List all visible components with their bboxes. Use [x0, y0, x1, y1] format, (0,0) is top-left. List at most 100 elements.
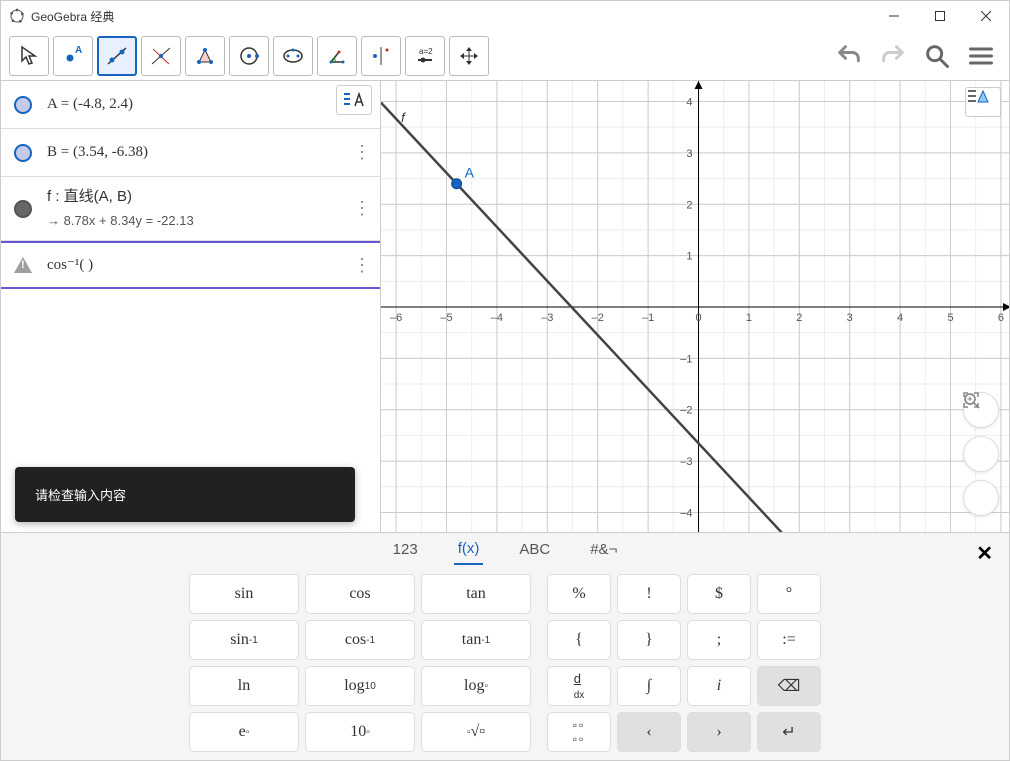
key-rbrace[interactable]: }: [617, 620, 681, 660]
key-sin[interactable]: sin: [189, 574, 299, 614]
algebra-label: A = (-4.8, 2.4): [47, 94, 374, 115]
close-button[interactable]: [963, 1, 1009, 31]
kb-tab-123[interactable]: 123: [389, 535, 422, 564]
svg-text:0: 0: [695, 312, 701, 324]
key-atan[interactable]: tan-1: [421, 620, 531, 660]
tool-line[interactable]: [97, 36, 137, 76]
key-tan[interactable]: tan: [421, 574, 531, 614]
keyboard-close-button[interactable]: ✕: [976, 541, 993, 566]
error-toast: 请检查输入内容: [15, 467, 355, 522]
svg-text:5: 5: [947, 312, 953, 324]
svg-text:A: A: [75, 45, 82, 56]
svg-text:f: f: [401, 110, 406, 125]
key-assign[interactable]: :=: [757, 620, 821, 660]
algebra-row-b[interactable]: B = (3.54, -6.38) ⋮: [1, 129, 380, 177]
key-matrix[interactable]: ▫▫▫▫: [547, 712, 611, 752]
svg-text:1: 1: [686, 251, 692, 263]
keyboard-tabs: 123 f(x) ABC #&¬ ✕: [1, 533, 1009, 566]
key-enter[interactable]: ↵: [757, 712, 821, 752]
keyboard-right-group: % ! $ ° { } ; := ddx ∫ i ⌫ ▫▫▫▫ ‹ › ↵: [547, 574, 821, 752]
svg-text:–1: –1: [642, 312, 654, 324]
key-left[interactable]: ‹: [617, 712, 681, 752]
tool-conic[interactable]: [273, 36, 313, 76]
graph-canvas[interactable]: –6–5–4–3–2–10123456–4–3–2–11234fA: [381, 81, 1009, 532]
key-degree[interactable]: °: [757, 574, 821, 614]
main-area: A = (-4.8, 2.4) B = (3.54, -6.38) ⋮ f : …: [1, 81, 1009, 532]
tool-move[interactable]: [9, 36, 49, 76]
zoom-controls: [963, 392, 999, 516]
menu-button[interactable]: [961, 36, 1001, 76]
tool-circle[interactable]: [229, 36, 269, 76]
tool-perpendicular[interactable]: [141, 36, 181, 76]
key-semicolon[interactable]: ;: [687, 620, 751, 660]
key-percent[interactable]: %: [547, 574, 611, 614]
search-button[interactable]: [917, 36, 957, 76]
visibility-toggle-b[interactable]: [7, 137, 39, 169]
svg-text:–1: –1: [680, 353, 692, 365]
keyboard-left-group: sin cos tan sin-1 cos-1 tan-1 ln log10 l…: [189, 574, 531, 752]
graph-view[interactable]: –6–5–4–3–2–10123456–4–3–2–11234fA: [381, 81, 1009, 532]
kb-tab-abc[interactable]: ABC: [515, 535, 554, 564]
kb-tab-sym[interactable]: #&¬: [586, 535, 621, 564]
algebra-row-f[interactable]: f : 直线(A, B) → 8.78x + 8.34y = -22.13 ⋮: [1, 177, 380, 241]
svg-text:–5: –5: [440, 312, 452, 324]
tool-polygon[interactable]: [185, 36, 225, 76]
minimize-button[interactable]: [871, 1, 917, 31]
tool-slider[interactable]: a=2: [405, 36, 445, 76]
tool-angle[interactable]: [317, 36, 357, 76]
undo-button[interactable]: [829, 36, 869, 76]
key-acos[interactable]: cos-1: [305, 620, 415, 660]
svg-text:–6: –6: [390, 312, 402, 324]
key-logb[interactable]: log▫: [421, 666, 531, 706]
key-right[interactable]: ›: [687, 712, 751, 752]
visibility-toggle-a[interactable]: [7, 89, 39, 121]
svg-text:a=2: a=2: [419, 47, 433, 56]
key-ln[interactable]: ln: [189, 666, 299, 706]
svg-text:3: 3: [847, 312, 853, 324]
algebra-input-field[interactable]: cos⁻¹( ): [47, 255, 350, 276]
algebra-row-input[interactable]: cos⁻¹( ) ⋮: [1, 241, 380, 289]
zoom-out-button[interactable]: [963, 436, 999, 472]
row-menu-button[interactable]: ⋮: [350, 142, 374, 163]
key-dollar[interactable]: $: [687, 574, 751, 614]
svg-text:4: 4: [897, 312, 903, 324]
svg-text:–4: –4: [680, 507, 692, 519]
app-logo: [9, 8, 25, 24]
key-derivative[interactable]: ddx: [547, 666, 611, 706]
key-factorial[interactable]: !: [617, 574, 681, 614]
svg-text:–4: –4: [491, 312, 503, 324]
key-i[interactable]: i: [687, 666, 751, 706]
kb-tab-fx[interactable]: f(x): [454, 534, 484, 565]
redo-button[interactable]: [873, 36, 913, 76]
key-pow10[interactable]: 10▫: [305, 712, 415, 752]
svg-text:1: 1: [746, 312, 752, 324]
tool-move-view[interactable]: [449, 36, 489, 76]
toolbar: A a=2: [1, 31, 1009, 81]
key-lbrace[interactable]: {: [547, 620, 611, 660]
key-asin[interactable]: sin-1: [189, 620, 299, 660]
visibility-toggle-f[interactable]: [7, 193, 39, 225]
key-nroot[interactable]: ▫√▫: [421, 712, 531, 752]
algebra-label: B = (3.54, -6.38): [47, 142, 350, 163]
svg-text:A: A: [465, 165, 475, 181]
tool-point[interactable]: A: [53, 36, 93, 76]
key-exp[interactable]: e▫: [189, 712, 299, 752]
graph-stylebar-button[interactable]: [965, 87, 1001, 117]
fullscreen-button[interactable]: [963, 480, 999, 516]
svg-text:–3: –3: [541, 312, 553, 324]
svg-text:2: 2: [686, 199, 692, 211]
tool-reflect[interactable]: [361, 36, 401, 76]
key-cos[interactable]: cos: [305, 574, 415, 614]
svg-text:2: 2: [796, 312, 802, 324]
maximize-button[interactable]: [917, 1, 963, 31]
svg-text:4: 4: [686, 97, 692, 109]
svg-text:–2: –2: [680, 405, 692, 417]
row-menu-button[interactable]: ⋮: [350, 198, 374, 219]
key-log10[interactable]: log10: [305, 666, 415, 706]
svg-text:–3: –3: [680, 456, 692, 468]
key-backspace[interactable]: ⌫: [757, 666, 821, 706]
row-menu-button[interactable]: ⋮: [350, 255, 374, 276]
key-integral[interactable]: ∫: [617, 666, 681, 706]
algebra-row-a[interactable]: A = (-4.8, 2.4): [1, 81, 380, 129]
svg-text:6: 6: [998, 312, 1004, 324]
